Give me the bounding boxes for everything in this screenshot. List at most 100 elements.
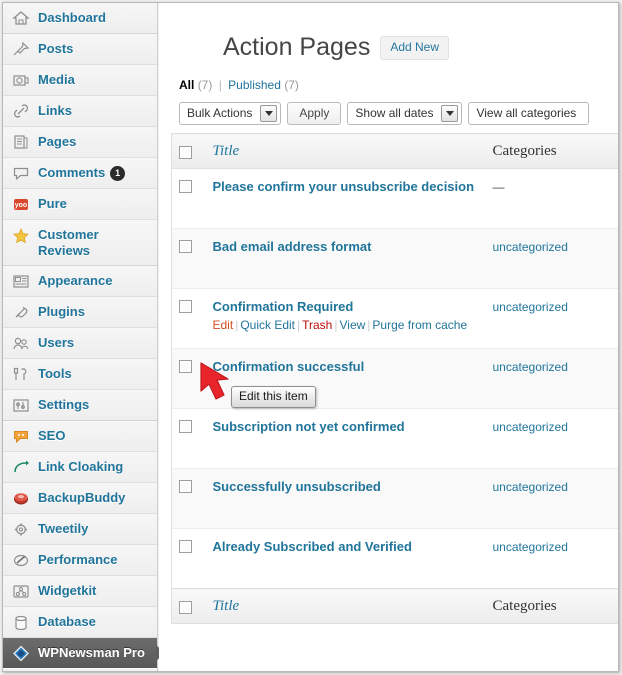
sidebar-item-customer-reviews[interactable]: Customer Reviews	[3, 220, 157, 265]
main-content-area: Action Pages Add New All (7) | Published…	[159, 3, 618, 671]
row-categories-cell: uncategorized	[485, 408, 618, 469]
row-checkbox-cell	[172, 169, 206, 229]
table-header-row: Title Categories	[171, 133, 618, 169]
row-checkbox[interactable]	[179, 480, 192, 493]
add-new-button[interactable]: Add New	[380, 35, 450, 60]
row-checkbox[interactable]	[179, 300, 192, 313]
sidebar-item-label: Media	[38, 72, 75, 87]
sidebar-item-backupbuddy[interactable]: BackupBuddy	[3, 483, 157, 514]
sidebar-item-settings[interactable]: Settings	[3, 390, 157, 420]
bulk-actions-select[interactable]: Bulk Actions	[179, 102, 282, 125]
backup-icon	[11, 489, 31, 507]
admin-sidebar-menu: Dashboard Posts Media Links Pages Comments 1 yo…	[3, 3, 165, 671]
row-action-trash[interactable]: Trash	[302, 318, 332, 332]
row-title-link[interactable]: Bad email address format	[213, 238, 479, 255]
tooltip-edit-this-item: Edit this item	[231, 386, 316, 408]
select-all-checkbox[interactable]	[179, 145, 192, 159]
category-filter-select[interactable]: View all categories	[468, 102, 590, 125]
sidebar-item-performance[interactable]: Performance	[3, 545, 157, 576]
sidebar-item-label: Pages	[38, 134, 77, 149]
diamond-icon	[11, 644, 31, 662]
filter-separator: |	[218, 78, 222, 92]
sidebar-item-link-cloaking[interactable]: Link Cloaking	[3, 452, 157, 483]
row-action-view[interactable]: View	[339, 318, 365, 332]
date-filter-select[interactable]: Show all dates	[347, 102, 463, 125]
row-title-cell: Successfully unsubscribed	[205, 468, 486, 529]
row-actions: Edit | Quick Edit | Trash | View | Purge from ca…	[213, 317, 479, 333]
sidebar-item-label: Tools	[38, 366, 72, 381]
table-row: Please confirm your unsubscribe decision…	[172, 169, 619, 229]
column-footer-title[interactable]: Title	[205, 588, 486, 624]
row-action-purge-from-cache[interactable]: Purge from cache	[372, 318, 467, 332]
sidebar-item-tools[interactable]: Tools	[3, 359, 157, 390]
sidebar-item-plugins[interactable]: Plugins	[3, 297, 157, 328]
row-title-link[interactable]: Successfully unsubscribed	[213, 478, 479, 495]
sidebar-item-label: WPNewsman Pro	[38, 645, 145, 660]
row-checkbox[interactable]	[179, 540, 192, 553]
sidebar-group-1: Posts Media Links Pages Comments 1 yoo Pure Cust…	[3, 34, 157, 266]
row-checkbox[interactable]	[179, 360, 192, 373]
row-action-quick-edit[interactable]: Quick Edit	[240, 318, 295, 332]
widgetkit-icon	[11, 582, 31, 600]
view-filter-links: All (7) | Published (7)	[171, 66, 618, 98]
sidebar-item-posts[interactable]: Posts	[3, 34, 157, 65]
sidebar-item-tweetily[interactable]: Tweetily	[3, 514, 157, 545]
row-title-link[interactable]: Confirmation successful	[213, 358, 479, 375]
link-icon	[11, 102, 31, 120]
svg-text:yoo: yoo	[15, 202, 27, 209]
row-checkbox[interactable]	[179, 180, 192, 193]
action-pages-table: Title Categories Please confirm your uns…	[171, 133, 618, 624]
bulk-actions-value: Bulk Actions	[187, 106, 253, 120]
column-footer-title-label: Title	[212, 598, 240, 614]
row-categories-cell: uncategorized	[485, 348, 618, 409]
select-all-checkbox-footer[interactable]	[179, 600, 192, 614]
sidebar-item-label: Pure	[38, 196, 67, 211]
settings-icon	[11, 396, 31, 414]
sidebar-item-label: Performance	[38, 552, 118, 567]
row-category-link[interactable]: uncategorized	[493, 480, 568, 494]
row-category-link[interactable]: uncategorized	[493, 360, 568, 374]
table-row: Successfully unsubscribed uncategorized	[171, 468, 618, 529]
sidebar-item-media[interactable]: Media	[3, 65, 157, 96]
appearance-icon	[11, 272, 31, 290]
sidebar-item-label: Database	[38, 614, 96, 629]
filter-published-link[interactable]: Published	[228, 78, 281, 92]
row-category-link[interactable]: uncategorized	[493, 540, 568, 554]
date-filter-value: Show all dates	[355, 106, 434, 120]
column-footer-categories-label: Categories	[492, 598, 557, 614]
column-header-categories-label: Categories	[492, 143, 557, 159]
row-category-link[interactable]: uncategorized	[493, 420, 568, 434]
row-checkbox[interactable]	[179, 240, 192, 253]
column-header-title[interactable]: Title	[205, 133, 486, 169]
sidebar-item-label: Dashboard	[38, 10, 106, 25]
page-header: Action Pages Add New	[171, 3, 618, 66]
row-action-edit[interactable]: Edit	[213, 318, 234, 332]
sidebar-item-appearance[interactable]: Appearance	[3, 266, 157, 297]
sidebar-item-links[interactable]: Links	[3, 96, 157, 127]
sidebar-item-label: Links	[38, 103, 72, 118]
table-head: Title Categories	[171, 133, 618, 169]
sidebar-item-seo[interactable]: SEO	[3, 421, 157, 452]
row-title-link[interactable]: Please confirm your unsubscribe decision	[213, 178, 479, 195]
performance-icon	[11, 551, 31, 569]
row-title-link[interactable]: Already Subscribed and Verified	[213, 538, 479, 555]
sidebar-item-comments[interactable]: Comments 1	[3, 158, 157, 189]
row-title-link[interactable]: Confirmation Required	[213, 298, 479, 315]
sidebar-item-database[interactable]: Database	[3, 607, 157, 638]
row-category-link[interactable]: uncategorized	[493, 300, 568, 314]
row-title-cell: Subscription not yet confirmed	[205, 408, 486, 469]
row-title-link[interactable]: Subscription not yet confirmed	[213, 418, 479, 435]
plug-icon	[11, 303, 31, 321]
sidebar-item-wpnewsman-pro[interactable]: WPNewsman Pro	[3, 638, 165, 668]
sidebar-item-pages[interactable]: Pages	[3, 127, 157, 158]
filter-all-link[interactable]: All	[179, 78, 194, 92]
sidebar-item-dashboard[interactable]: Dashboard	[3, 3, 157, 33]
row-checkbox-cell	[171, 228, 206, 289]
apply-button[interactable]: Apply	[287, 102, 342, 125]
row-category-link[interactable]: uncategorized	[493, 240, 568, 254]
sidebar-item-widgetkit[interactable]: Widgetkit	[3, 576, 157, 607]
sidebar-item-pure[interactable]: yoo Pure	[3, 189, 157, 220]
sidebar-item-users[interactable]: Users	[3, 328, 157, 359]
sidebar-item-label: SEO	[38, 428, 66, 443]
row-checkbox[interactable]	[179, 420, 192, 433]
